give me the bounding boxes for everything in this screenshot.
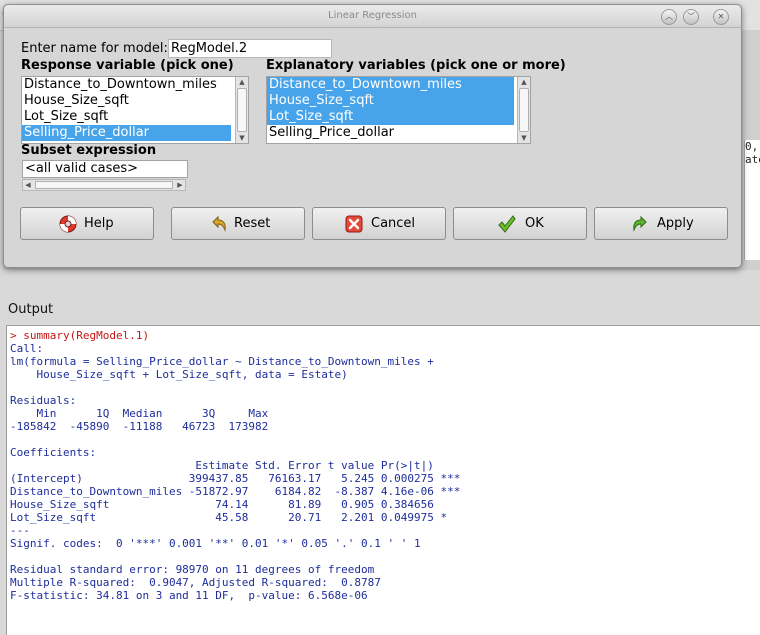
reset-button-label: Reset [234, 216, 271, 231]
apply-button[interactable]: Apply [594, 207, 728, 240]
script-line: ate) [745, 153, 760, 166]
reset-button[interactable]: Reset [171, 207, 305, 240]
minimize-icon[interactable]: ﹀ [683, 9, 699, 25]
explanatory-item-distance[interactable]: Distance_to_Downtown_miles [267, 77, 514, 93]
help-button-label: Help [84, 216, 114, 231]
response-variable-heading: Response variable (pick one) [21, 58, 234, 73]
scroll-up-icon[interactable]: ▲ [518, 77, 530, 87]
dialog-titlebar[interactable]: Linear Regression ︿ ﹀ ✕ [4, 5, 741, 28]
apply-button-label: Apply [657, 216, 694, 231]
cancel-button[interactable]: Cancel [312, 207, 446, 240]
ok-button-label: OK [525, 216, 544, 231]
help-button[interactable]: Help [20, 207, 154, 240]
explanatory-list-scrollbar[interactable]: ▲ ▼ [517, 77, 530, 143]
checkmark-icon [498, 215, 516, 233]
subset-scroll-thumb[interactable] [35, 181, 173, 189]
explanatory-item-house-size[interactable]: House_Size_sqft [267, 93, 514, 109]
dialog-title: Linear Regression [328, 10, 417, 21]
script-text[interactable]: 0,. ate) [744, 140, 760, 260]
response-list-scrollbar[interactable]: ▲ ▼ [235, 77, 248, 143]
lifebuoy-icon [59, 215, 77, 233]
script-line: 0,. [745, 140, 760, 153]
response-variable-list[interactable]: Distance_to_Downtown_miles House_Size_sq… [21, 76, 249, 144]
close-icon[interactable]: ✕ [713, 9, 729, 25]
response-item-selling-price[interactable]: Selling_Price_dollar [22, 125, 231, 141]
output-command: > summary(RegModel.1) [10, 329, 150, 342]
apply-arrow-icon [633, 215, 647, 232]
explanatory-item-selling-price[interactable]: Selling_Price_dollar [267, 125, 514, 141]
cancel-button-label: Cancel [371, 216, 416, 231]
scroll-down-icon[interactable]: ▼ [236, 133, 248, 143]
response-scroll-thumb[interactable] [237, 88, 247, 132]
subset-expression-heading: Subset expression [21, 143, 157, 158]
scroll-down-icon[interactable]: ▼ [518, 133, 530, 143]
explanatory-scroll-thumb[interactable] [519, 88, 529, 132]
linear-regression-dialog: Linear Regression ︿ ﹀ ✕ Enter name for m… [3, 4, 742, 268]
shade-icon[interactable]: ︿ [661, 9, 677, 25]
output-text: > summary(RegModel.1) Call: lm(formula =… [10, 329, 460, 602]
model-name-input[interactable]: RegModel.2 [168, 39, 332, 58]
subset-expression-input[interactable]: <all valid cases> [22, 160, 188, 178]
output-label: Output [8, 302, 54, 317]
response-item-distance[interactable]: Distance_to_Downtown_miles [22, 77, 234, 93]
cancel-x-icon [345, 215, 363, 233]
response-item-house-size[interactable]: House_Size_sqft [22, 93, 234, 109]
output-pane[interactable]: > summary(RegModel.1) Call: lm(formula =… [6, 325, 760, 635]
explanatory-item-lot-size[interactable]: Lot_Size_sqft [267, 109, 514, 125]
scroll-right-icon[interactable]: ▶ [175, 180, 185, 190]
undo-arrow-icon [212, 215, 226, 232]
model-name-label: Enter name for model: [21, 41, 168, 56]
ok-button[interactable]: OK [453, 207, 587, 240]
output-result: Call: lm(formula = Selling_Price_dollar … [10, 342, 461, 602]
scroll-up-icon[interactable]: ▲ [236, 77, 248, 87]
subset-scrollbar[interactable]: ◀ ▶ [22, 179, 186, 191]
scroll-left-icon[interactable]: ◀ [23, 180, 33, 190]
response-item-lot-size[interactable]: Lot_Size_sqft [22, 109, 234, 125]
explanatory-variable-list[interactable]: Distance_to_Downtown_miles House_Size_sq… [266, 76, 531, 144]
explanatory-variables-heading: Explanatory variables (pick one or more) [266, 58, 566, 73]
